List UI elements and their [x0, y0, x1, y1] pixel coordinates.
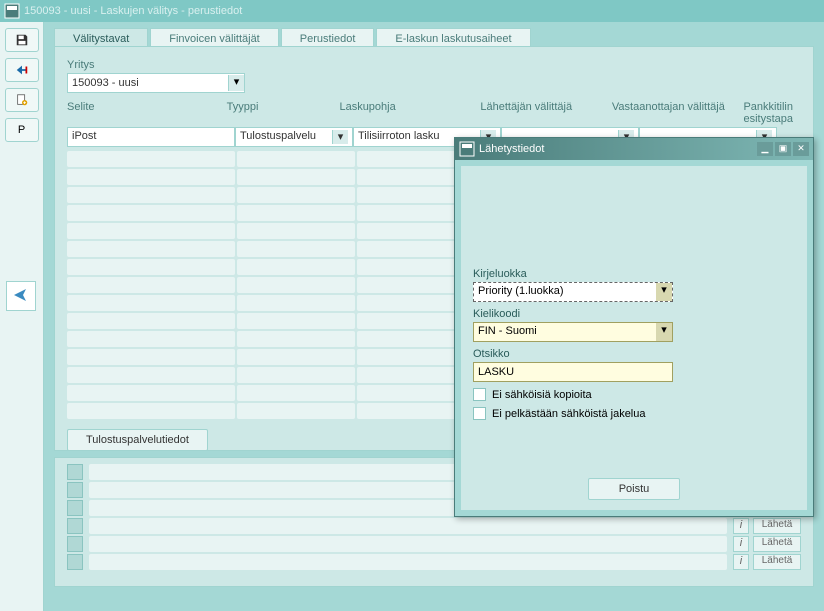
row-checkbox[interactable]: [67, 536, 83, 552]
tab-valitystavat[interactable]: Välitystavat: [54, 28, 148, 46]
chk-ei-sahkoisia-label: Ei sähköisiä kopioita: [492, 389, 592, 401]
row-bar: [89, 554, 727, 570]
dialog-titlebar[interactable]: Lähetystiedot ▁ ▣ ✕: [455, 138, 813, 160]
info-button[interactable]: i: [733, 536, 749, 552]
row-checkbox[interactable]: [67, 518, 83, 534]
col-laskupohja: Laskupohja: [339, 101, 480, 125]
dialog-body: Kirjeluokka Priority (1.luokka) ▾ Kielik…: [461, 166, 807, 510]
lower-row: iLähetä: [67, 554, 801, 570]
cell-selite[interactable]: iPost: [67, 127, 235, 147]
tulostuspalvelutiedot-button[interactable]: Tulostuspalvelutiedot: [67, 429, 208, 451]
chevron-down-icon[interactable]: ▾: [332, 130, 348, 144]
nav-arrow-panel[interactable]: [6, 281, 36, 311]
otsikko-input[interactable]: [473, 362, 673, 382]
info-button[interactable]: i: [733, 518, 749, 534]
floppy-icon: [15, 34, 29, 46]
chk-ei-sahkoisia[interactable]: [473, 388, 486, 401]
grid-header: Selite Tyyppi Laskupohja Lähettäjän väli…: [67, 101, 801, 125]
kirjeluokka-label: Kirjeluokka: [473, 268, 795, 280]
send-button[interactable]: Lähetä: [753, 536, 801, 552]
save-button[interactable]: [5, 28, 39, 52]
nav-arrow-icon: [12, 286, 30, 307]
cell-tyyppi[interactable]: Tulostuspalvelu▾: [235, 127, 353, 147]
row-bar: [89, 536, 727, 552]
window-titlebar: 150093 - uusi - Laskujen välitys - perus…: [0, 0, 824, 22]
tab-elasku[interactable]: E-laskun laskutusaiheet: [376, 28, 530, 46]
dialog-title: Lähetystiedot: [479, 143, 755, 155]
minimize-button[interactable]: ▁: [757, 142, 773, 156]
row-checkbox[interactable]: [67, 482, 83, 498]
back-button[interactable]: [5, 58, 39, 82]
chevron-down-icon[interactable]: ▾: [228, 75, 244, 91]
chevron-down-icon[interactable]: ▾: [656, 323, 672, 341]
back-arrow-icon: [15, 64, 29, 76]
chk-ei-pelkastaan-label: Ei pelkästään sähköistä jakelua: [492, 408, 645, 420]
company-label: Yritys: [67, 59, 801, 71]
left-toolbar: P: [0, 22, 44, 611]
new-doc-icon: [15, 94, 29, 106]
window-title: 150093 - uusi - Laskujen välitys - perus…: [24, 5, 242, 17]
lower-row: iLähetä: [67, 518, 801, 534]
app-icon: [4, 3, 20, 19]
poistu-button[interactable]: Poistu: [588, 478, 681, 500]
tab-bar: Välitystavat Finvoicen välittäjät Perust…: [44, 22, 824, 46]
lower-row: iLähetä: [67, 536, 801, 552]
send-button[interactable]: Lähetä: [753, 554, 801, 570]
kielikoodi-label: Kielikoodi: [473, 308, 795, 320]
row-checkbox[interactable]: [67, 500, 83, 516]
chevron-down-icon[interactable]: ▾: [656, 283, 672, 301]
kirjeluokka-combo[interactable]: Priority (1.luokka) ▾: [473, 282, 673, 302]
close-button[interactable]: ✕: [793, 142, 809, 156]
p-button[interactable]: P: [5, 118, 39, 142]
col-lahettaja: Lähettäjän välittäjä: [480, 101, 612, 125]
col-vastaanottaja: Vastaanottajan välittäjä: [612, 101, 744, 125]
send-button[interactable]: Lähetä: [753, 518, 801, 534]
dialog-icon: [459, 141, 475, 157]
col-selite: Selite: [67, 101, 227, 125]
row-bar: [89, 518, 727, 534]
maximize-button[interactable]: ▣: [775, 142, 791, 156]
info-button[interactable]: i: [733, 554, 749, 570]
kielikoodi-combo[interactable]: FIN - Suomi ▾: [473, 322, 673, 342]
chk-ei-pelkastaan[interactable]: [473, 407, 486, 420]
col-tyyppi: Tyyppi: [227, 101, 340, 125]
tab-perustiedot[interactable]: Perustiedot: [281, 28, 375, 46]
otsikko-label: Otsikko: [473, 348, 795, 360]
new-doc-button[interactable]: [5, 88, 39, 112]
tab-finvoice[interactable]: Finvoicen välittäjät: [150, 28, 279, 46]
col-pankki: Pankkitilin esitystapa: [743, 101, 801, 125]
company-input[interactable]: [68, 75, 228, 91]
row-checkbox[interactable]: [67, 464, 83, 480]
company-combo[interactable]: ▾: [67, 73, 245, 93]
lahetystiedot-dialog: Lähetystiedot ▁ ▣ ✕ Kirjeluokka Priority…: [454, 137, 814, 517]
row-checkbox[interactable]: [67, 554, 83, 570]
